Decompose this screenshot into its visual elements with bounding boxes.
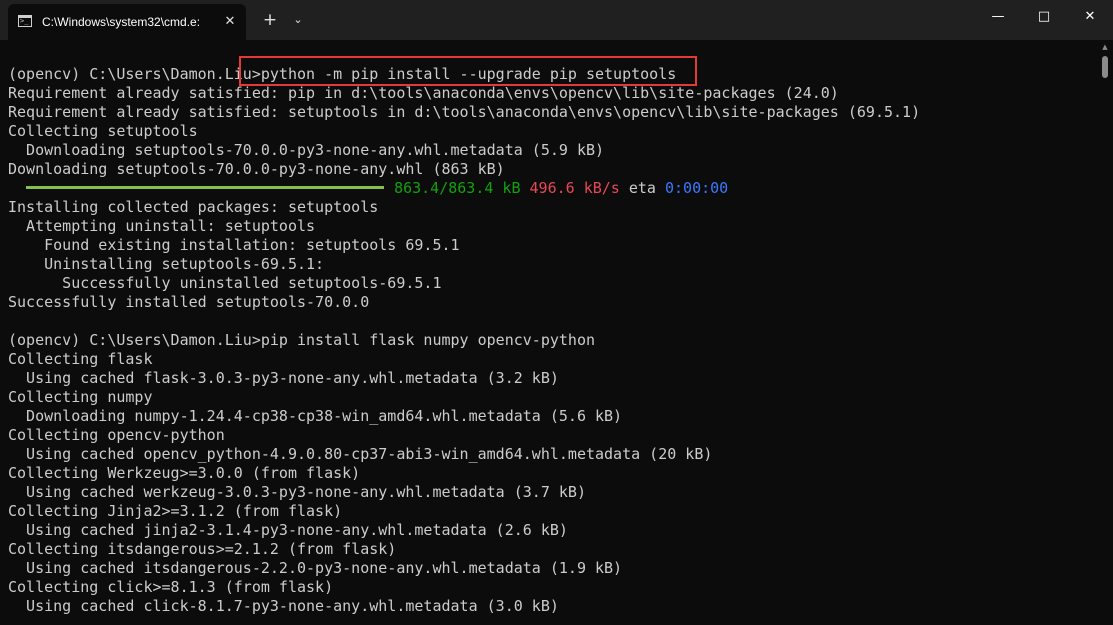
terminal-line: Collecting setuptools (8, 122, 198, 140)
minimize-icon[interactable]: — (975, 0, 1021, 34)
terminal-line: Downloading numpy-1.24.4-cp38-cp38-win_a… (8, 407, 623, 425)
plus-icon[interactable]: + (258, 8, 282, 32)
terminal-line: (opencv) C:\Users\Damon.Liu>pip install … (8, 331, 595, 349)
chevron-down-icon[interactable]: ⌄ (287, 8, 309, 32)
terminal-line: Successfully installed setuptools-70.0.0 (8, 293, 370, 311)
vertical-scrollbar[interactable]: ▲ (1097, 40, 1113, 625)
scroll-thumb[interactable] (1102, 56, 1108, 78)
close-tab-icon[interactable]: ✕ (220, 12, 240, 32)
tab-cmd[interactable]: C:\Windows\system32\cmd.e: ✕ (8, 4, 246, 40)
terminal-line: Using cached click-8.1.7-py3-none-any.wh… (8, 597, 559, 615)
terminal-line: Collecting Jinja2>=3.1.2 (from flask) (8, 502, 343, 520)
command-highlight-box (239, 56, 697, 86)
title-bar: C:\Windows\system32\cmd.e: ✕ + ⌄ — □ ✕ (0, 0, 1113, 40)
terminal-line: Collecting click>=8.1.3 (from flask) (8, 578, 334, 596)
terminal-line: Attempting uninstall: setuptools (8, 217, 316, 235)
terminal-line: Collecting flask (8, 350, 153, 368)
progress-eta-label: eta (628, 179, 656, 197)
terminal-line: Collecting opencv-python (8, 426, 225, 444)
terminal-line: Requirement already satisfied: pip in d:… (8, 84, 839, 102)
terminal-line: Installing collected packages: setuptool… (8, 198, 379, 216)
terminal-output[interactable]: (opencv) C:\Users\Damon.Liu>python -m pi… (8, 65, 1098, 625)
cmd-icon (18, 15, 32, 27)
tab-title: C:\Windows\system32\cmd.e: (42, 15, 201, 29)
terminal-line: Using cached flask-3.0.3-py3-none-any.wh… (8, 369, 559, 387)
progress-line: 863.4/863.4 kB 496.6 kB/s eta 0:00:00 (8, 179, 1098, 198)
terminal-line: Successfully uninstalled setuptools-69.5… (8, 274, 442, 292)
progress-bar (26, 186, 385, 189)
close-window-icon[interactable]: ✕ (1067, 0, 1113, 34)
terminal-line: Uninstalling setuptools-69.5.1: (8, 255, 325, 273)
terminal-line: Using cached werkzeug-3.0.3-py3-none-any… (8, 483, 586, 501)
terminal-line: Requirement already satisfied: setuptool… (8, 103, 921, 121)
terminal-line: Collecting itsdangerous>=2.1.2 (from fla… (8, 540, 397, 558)
progress-size: 863.4/863.4 kB (394, 179, 521, 197)
terminal-line: Found existing installation: setuptools … (8, 236, 460, 254)
terminal-line: Using cached itsdangerous-2.2.0-py3-none… (8, 559, 623, 577)
progress-speed: 496.6 kB/s (529, 179, 620, 197)
terminal-line: Collecting Werkzeug>=3.0.0 (from flask) (8, 464, 361, 482)
progress-eta: 0:00:00 (665, 179, 729, 197)
maximize-icon[interactable]: □ (1021, 0, 1067, 34)
terminal-line: Downloading setuptools-70.0.0-py3-none-a… (8, 141, 605, 159)
terminal-line: Downloading setuptools-70.0.0-py3-none-a… (8, 160, 505, 178)
terminal-line: Using cached opencv_python-4.9.0.80-cp37… (8, 445, 713, 463)
terminal-line: Using cached jinja2-3.1.4-py3-none-any.w… (8, 521, 568, 539)
scroll-up-icon[interactable]: ▲ (1100, 42, 1110, 52)
terminal-line: Collecting numpy (8, 388, 153, 406)
